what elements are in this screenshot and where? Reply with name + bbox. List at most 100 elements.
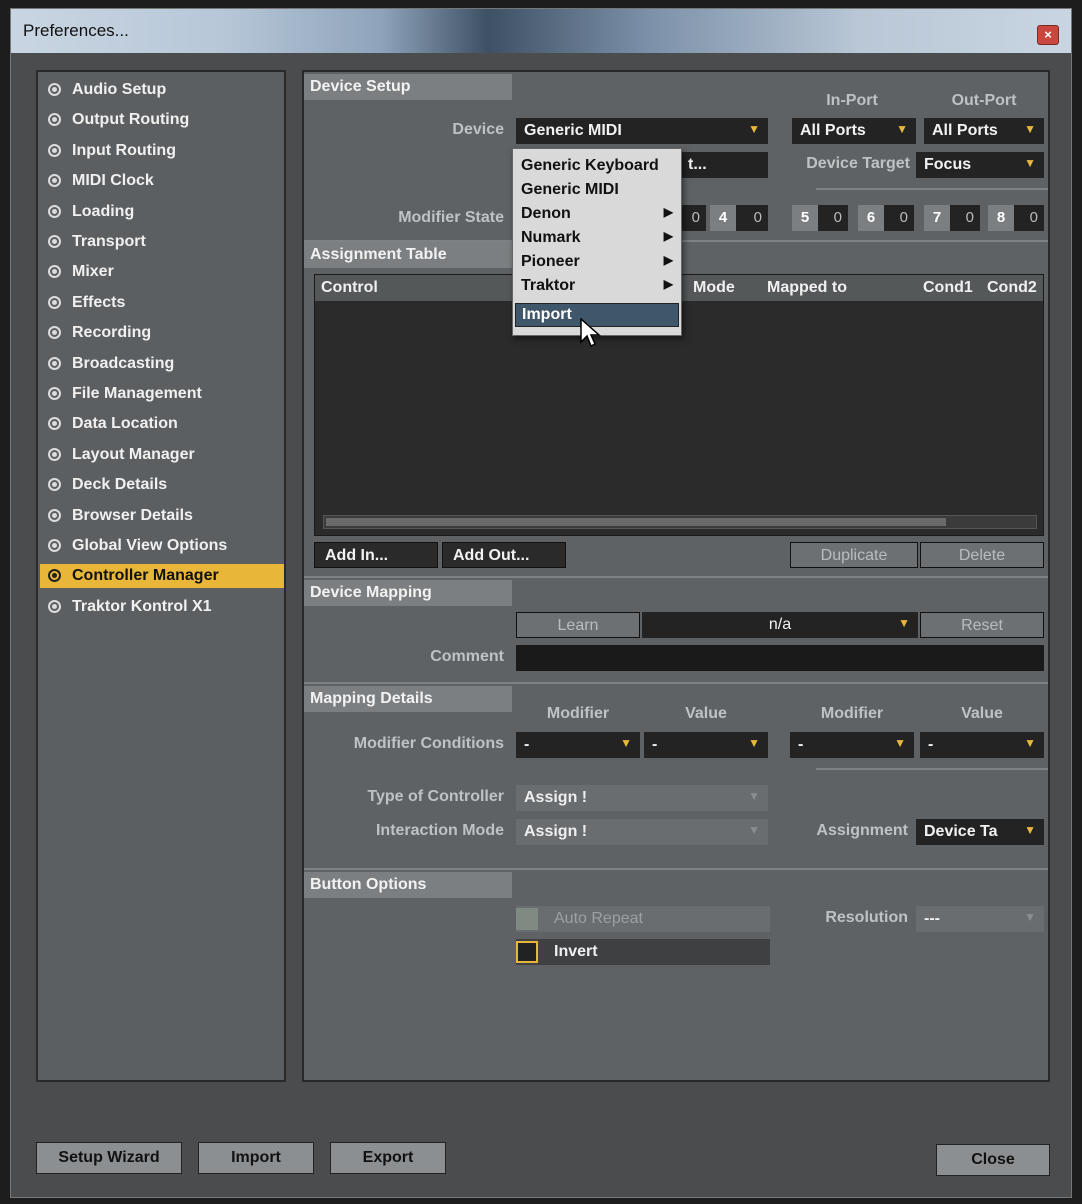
scrollbar-thumb[interactable] (326, 518, 946, 526)
auto-repeat-checkbox[interactable] (516, 908, 538, 930)
condition-2-value-dropdown[interactable]: - ▼ (920, 732, 1044, 758)
device-target-value: Focus (924, 156, 972, 173)
assignment-dropdown[interactable]: Device Ta ▼ (916, 819, 1044, 845)
assignment-label: Assignment (816, 822, 908, 839)
sidebar-item-label: Transport (72, 233, 146, 250)
setup-wizard-button[interactable]: Setup Wizard (36, 1142, 182, 1174)
modifier-7: 7 0 (924, 205, 980, 231)
sidebar-item-file-management[interactable]: File Management (40, 382, 284, 406)
radio-bullet-icon (48, 83, 61, 96)
sidebar-item-controller-manager[interactable]: Controller Manager (40, 564, 284, 589)
column-control[interactable]: Control (321, 279, 378, 297)
menu-item-pioneer[interactable]: Pioneer ▶ (515, 251, 679, 275)
column-cond2[interactable]: Cond2 (987, 279, 1037, 297)
auto-repeat-option[interactable]: Auto Repeat (516, 906, 770, 932)
sidebar-item-label: Deck Details (72, 476, 168, 494)
modifier-value: 0 (833, 209, 842, 226)
sidebar-item-effects[interactable]: Effects (40, 291, 284, 315)
modifier-state-label: Modifier State (398, 209, 504, 226)
sidebar-item-label: Browser Details (72, 506, 193, 524)
in-port-dropdown[interactable]: All Ports ▼ (792, 118, 916, 144)
radio-bullet-icon (48, 174, 61, 188)
sidebar-item-data-location[interactable]: Data Location (40, 412, 284, 436)
interaction-mode-dropdown[interactable]: Assign ! ▼ (516, 819, 768, 845)
mapping-details-title: Mapping Details (304, 686, 512, 712)
sidebar-item-label: Data Location (72, 415, 178, 433)
mapping-dropdown[interactable]: n/a ▼ (642, 612, 918, 638)
close-button[interactable]: Close (936, 1144, 1050, 1176)
sidebar-item-label: Mixer (72, 263, 114, 281)
sidebar-item-transport[interactable]: Transport (40, 230, 284, 254)
button-options-title: Button Options (304, 872, 512, 898)
sidebar-item-label: Global View Options (72, 537, 228, 554)
duplicate-button[interactable]: Duplicate (790, 542, 918, 568)
chevron-down-icon: ▼ (1024, 823, 1036, 837)
learn-button[interactable]: Learn (516, 612, 640, 638)
out-port-dropdown[interactable]: All Ports ▼ (924, 118, 1044, 144)
mouse-cursor-icon (580, 318, 601, 348)
menu-item-label: Pioneer (521, 253, 580, 270)
menu-item-traktor[interactable]: Traktor ▶ (515, 275, 679, 299)
device-target-dropdown[interactable]: Focus ▼ (916, 152, 1044, 178)
close-window-button[interactable]: × (1037, 25, 1059, 45)
add-out-button[interactable]: Add Out... (442, 542, 566, 568)
submenu-arrow-icon: ▶ (663, 253, 673, 267)
radio-bullet-icon (48, 599, 61, 613)
export-button[interactable]: Export (330, 1142, 446, 1174)
horizontal-scrollbar[interactable] (323, 515, 1037, 529)
column-mapped-to[interactable]: Mapped to (767, 279, 847, 297)
sidebar: Audio Setup Output Routing Input Routing MI… (36, 70, 286, 1082)
type-of-controller-value: Assign ! (524, 789, 588, 806)
chevron-down-icon: ▼ (748, 823, 760, 837)
device-value: Generic MIDI (524, 122, 622, 139)
sidebar-item-broadcasting[interactable]: Broadcasting (40, 352, 284, 376)
modifier-number: 6 (858, 205, 884, 231)
submenu-arrow-icon: ▶ (663, 205, 673, 219)
import-button[interactable]: Import (198, 1142, 314, 1174)
radio-bullet-icon (48, 204, 61, 218)
submenu-arrow-icon: ▶ (663, 229, 673, 243)
menu-item-label: Generic MIDI (521, 181, 619, 198)
interaction-mode-label: Interaction Mode (375, 822, 504, 839)
sidebar-item-midi-clock[interactable]: MIDI Clock (40, 169, 284, 193)
resolution-dropdown[interactable]: --- ▼ (916, 906, 1044, 932)
delete-button[interactable]: Delete (920, 542, 1044, 568)
condition-1-modifier-dropdown[interactable]: - ▼ (516, 732, 640, 758)
add-in-button[interactable]: Add In... (314, 542, 438, 568)
sidebar-item-traktor-kontrol-x1[interactable]: Traktor Kontrol X1 (40, 595, 284, 619)
device-mapping-title: Device Mapping (304, 580, 512, 606)
sidebar-item-loading[interactable]: Loading (40, 200, 284, 224)
sidebar-item-label: Broadcasting (72, 354, 175, 372)
condition-1-value-dropdown[interactable]: - ▼ (644, 732, 768, 758)
menu-item-generic-midi[interactable]: Generic MIDI (515, 179, 679, 203)
column-mode[interactable]: Mode (693, 279, 735, 297)
reset-button[interactable]: Reset (920, 612, 1044, 638)
invert-checkbox[interactable] (516, 941, 538, 963)
invert-option[interactable]: Invert (516, 939, 770, 965)
auto-repeat-label: Auto Repeat (554, 910, 643, 927)
radio-bullet-icon (48, 326, 61, 340)
sidebar-item-browser-details[interactable]: Browser Details (40, 504, 284, 528)
separator (304, 576, 1048, 578)
sidebar-item-output-routing[interactable]: Output Routing (40, 108, 284, 132)
menu-item-numark[interactable]: Numark ▶ (515, 227, 679, 251)
condition-2-modifier-dropdown[interactable]: - ▼ (790, 732, 914, 758)
sidebar-item-mixer[interactable]: Mixer (40, 260, 284, 284)
title-bar[interactable]: Preferences... × (11, 9, 1071, 53)
sidebar-item-global-view-options[interactable]: Global View Options (40, 534, 284, 558)
device-dropdown[interactable]: Generic MIDI ▼ (516, 118, 768, 144)
radio-bullet-icon (48, 539, 61, 552)
sidebar-item-layout-manager[interactable]: Layout Manager (40, 443, 284, 467)
menu-item-denon[interactable]: Denon ▶ (515, 203, 679, 227)
sidebar-item-deck-details[interactable]: Deck Details (40, 473, 284, 497)
sidebar-item-recording[interactable]: Recording (40, 321, 284, 345)
chevron-down-icon: ▼ (898, 616, 910, 630)
sidebar-item-input-routing[interactable]: Input Routing (40, 139, 284, 163)
modifier-4: 4 0 (710, 205, 768, 231)
column-cond1[interactable]: Cond1 (923, 279, 973, 297)
sidebar-item-audio-setup[interactable]: Audio Setup (40, 78, 284, 102)
menu-item-generic-keyboard[interactable]: Generic Keyboard (515, 155, 679, 179)
type-of-controller-dropdown[interactable]: Assign ! ▼ (516, 785, 768, 811)
separator (304, 682, 1048, 684)
comment-field[interactable] (516, 645, 1044, 671)
